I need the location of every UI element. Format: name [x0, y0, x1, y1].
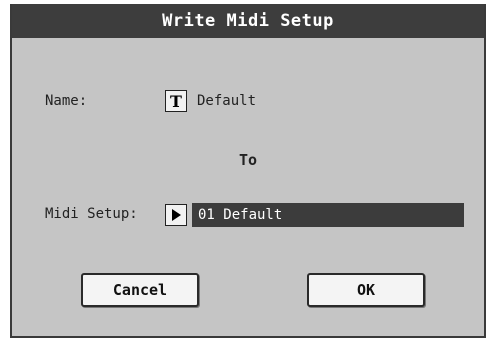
cancel-button[interactable]: Cancel: [81, 273, 199, 307]
text-edit-icon[interactable]: T: [165, 90, 187, 112]
play-arrow-icon[interactable]: [165, 204, 187, 226]
midi-setup-label: Midi Setup:: [45, 206, 138, 222]
write-midi-setup-dialog: Write Midi Setup Name: T Default To Midi…: [10, 4, 486, 338]
dialog-title: Write Midi Setup: [12, 4, 484, 38]
play-arrow-icon-glyph: [172, 209, 181, 221]
midi-setup-select[interactable]: 01 Default: [192, 203, 464, 227]
ok-button[interactable]: OK: [307, 273, 425, 307]
name-value: Default: [197, 93, 257, 109]
to-label: To: [238, 151, 258, 169]
name-label: Name:: [45, 93, 88, 109]
